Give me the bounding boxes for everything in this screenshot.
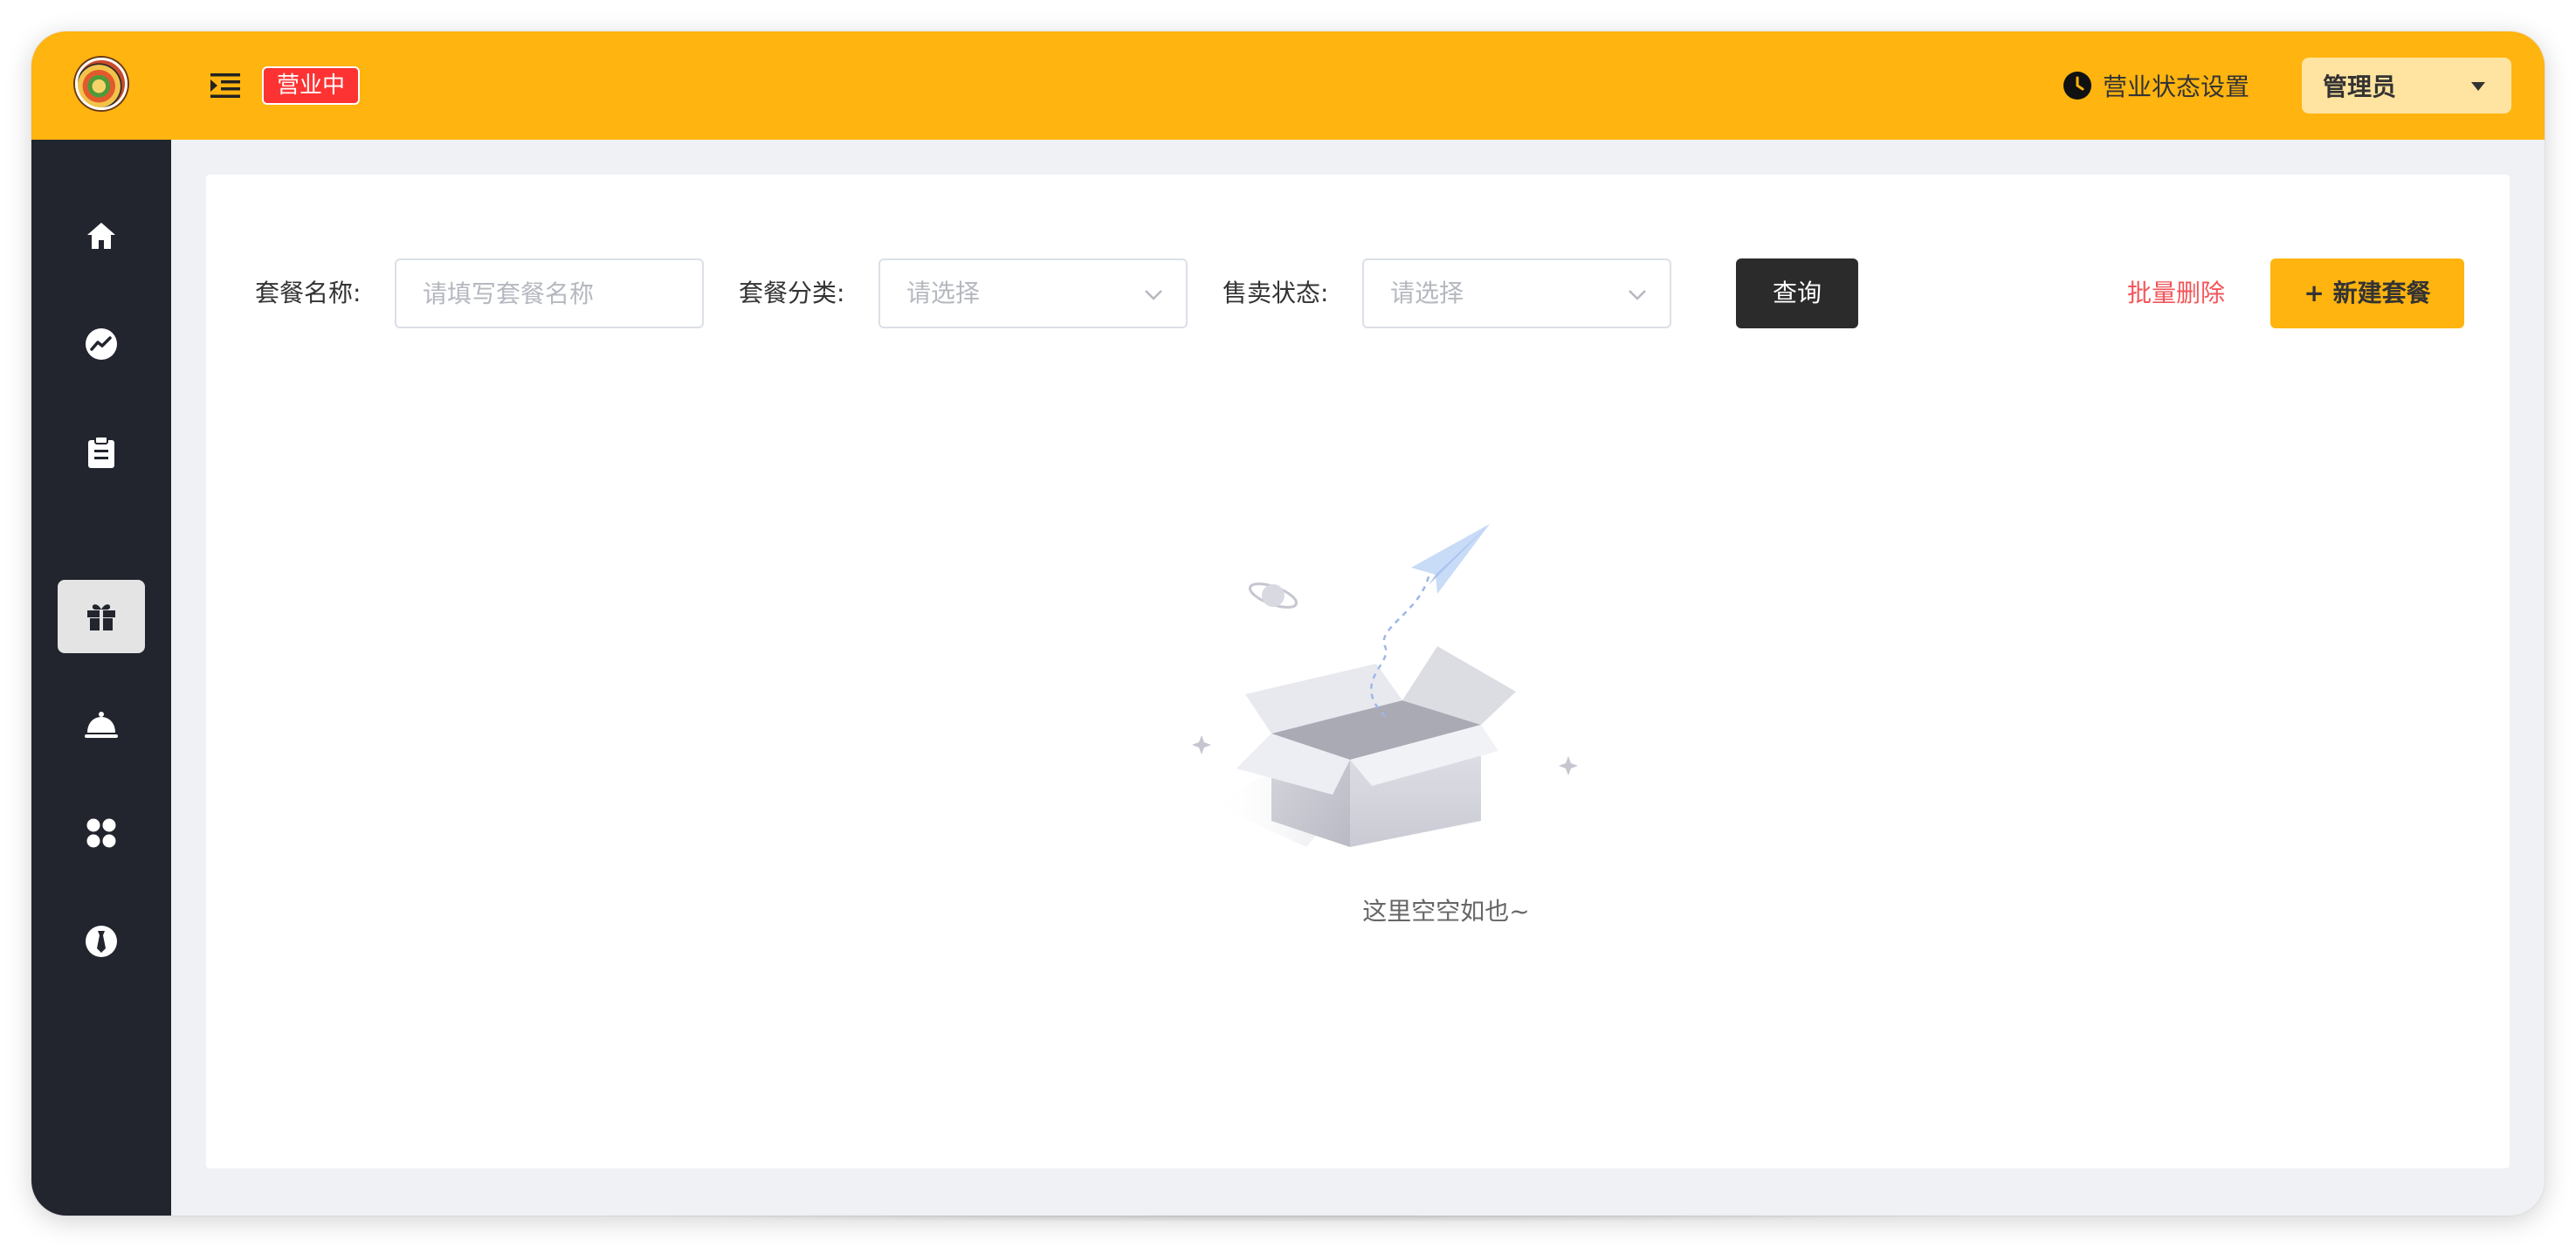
sidebar-item-categories[interactable] bbox=[58, 796, 145, 870]
dish-cover-icon bbox=[85, 712, 118, 738]
brand-logo bbox=[75, 58, 127, 110]
home-icon bbox=[87, 223, 115, 249]
query-button[interactable]: 查询 bbox=[1736, 258, 1858, 328]
empty-state-text: 这里空空如也~ bbox=[1362, 897, 1530, 926]
combo-category-placeholder: 请选择 bbox=[906, 279, 981, 307]
combo-name-input[interactable] bbox=[395, 258, 704, 328]
status-setting-label: 营业状态设置 bbox=[2103, 72, 2250, 101]
sale-status-label: 售卖状态: bbox=[1223, 279, 1329, 307]
chevron-down-icon bbox=[1145, 290, 1162, 300]
combo-category-select[interactable]: 请选择 bbox=[878, 258, 1188, 328]
sidebar-item-orders[interactable] bbox=[58, 416, 145, 489]
app-window: 营业中 营业状态设置 管理员 套餐名称: 请填写套餐名称 套餐分类: 请选择 售… bbox=[31, 31, 2545, 1216]
clock-icon bbox=[2063, 72, 2091, 100]
menu-indent-icon bbox=[210, 73, 240, 98]
business-status-badge: 营业中 bbox=[262, 66, 360, 105]
caret-down-icon bbox=[2471, 82, 2485, 91]
chevron-down-icon bbox=[1629, 290, 1646, 300]
sidebar-item-dishes[interactable] bbox=[58, 688, 145, 761]
sidebar-item-employees[interactable] bbox=[58, 905, 145, 978]
sidebar-item-home[interactable] bbox=[58, 199, 145, 272]
sidebar-item-combos[interactable] bbox=[58, 580, 145, 653]
sale-status-select[interactable]: 请选择 bbox=[1362, 258, 1671, 328]
menu-toggle-button[interactable] bbox=[206, 66, 245, 105]
business-status-setting-button[interactable]: 营业状态设置 bbox=[2063, 66, 2249, 105]
top-bar: 营业中 营业状态设置 管理员 bbox=[31, 31, 2545, 140]
combo-category-label: 套餐分类: bbox=[739, 279, 845, 307]
combo-name-label: 套餐名称: bbox=[255, 279, 362, 307]
new-combo-button[interactable]: + 新建套餐 bbox=[2270, 258, 2464, 328]
user-tie-icon bbox=[86, 926, 117, 957]
sidebar-item-statistics[interactable] bbox=[58, 307, 145, 381]
sale-status-placeholder: 请选择 bbox=[1390, 279, 1464, 307]
admin-name: 管理员 bbox=[2323, 72, 2397, 101]
gift-icon bbox=[87, 604, 115, 630]
admin-dropdown[interactable]: 管理员 bbox=[2302, 58, 2511, 114]
empty-box-illustration bbox=[1192, 524, 1578, 847]
chart-icon bbox=[86, 328, 117, 360]
clipboard-icon bbox=[88, 436, 114, 468]
main-content: 套餐名称: 套餐分类: 请选择 售卖状态: 请选择 查询 批量删除 + 新建套餐 bbox=[206, 175, 2510, 1168]
batch-delete-button[interactable]: 批量删除 bbox=[2127, 258, 2225, 328]
grid-icon bbox=[86, 818, 116, 848]
sidebar bbox=[31, 140, 171, 1216]
